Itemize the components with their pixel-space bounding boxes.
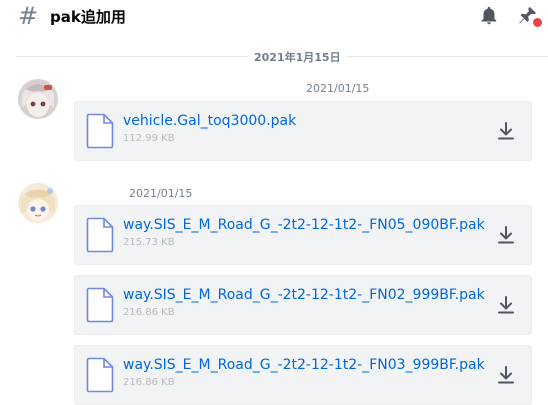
file-size: 216.86 KB [123, 377, 175, 388]
file-name-link[interactable]: vehicle.Gal_toq3000.pak [123, 113, 296, 129]
file-name-link[interactable]: way.SIS_E_M_Road_G_-2t2-12-1t2-_FN02_999… [123, 287, 485, 303]
download-icon[interactable] [494, 223, 518, 247]
channel-header: # pak追加用 [0, 0, 548, 32]
download-icon[interactable] [494, 293, 518, 317]
file-attachment: vehicle.Gal_toq3000.pak 112.99 KB [74, 101, 532, 161]
file-size: 112.99 KB [123, 133, 175, 144]
file-name-link[interactable]: way.SIS_E_M_Road_G_-2t2-12-1t2-_FN03_999… [123, 357, 485, 373]
download-icon[interactable] [494, 119, 518, 143]
notification-dot [531, 16, 544, 29]
file-icon [86, 113, 114, 149]
message-timestamp: 2021/01/15 [306, 82, 370, 95]
hashtag-icon: # [18, 2, 39, 30]
avatar[interactable] [18, 183, 58, 223]
avatar[interactable] [18, 79, 58, 119]
file-attachment: way.SIS_E_M_Road_G_-2t2-12-1t2-_FN02_999… [74, 275, 532, 335]
file-size: 216.86 KB [123, 307, 175, 318]
download-icon[interactable] [494, 363, 518, 387]
file-icon [86, 357, 114, 393]
file-name-link[interactable]: way.SIS_E_M_Road_G_-2t2-12-1t2-_FN05_090… [123, 217, 485, 233]
file-size: 215.73 KB [123, 237, 175, 248]
file-icon [86, 287, 114, 323]
date-divider-label: 2021年1月15日 [248, 49, 347, 65]
channel-name: pak追加用 [50, 8, 126, 26]
file-attachment: way.SIS_E_M_Road_G_-2t2-12-1t2-_FN05_090… [74, 205, 532, 265]
bell-icon[interactable] [478, 5, 500, 27]
file-icon [86, 217, 114, 253]
file-attachment: way.SIS_E_M_Road_G_-2t2-12-1t2-_FN03_999… [74, 345, 532, 405]
message-timestamp: 2021/01/15 [129, 187, 193, 200]
